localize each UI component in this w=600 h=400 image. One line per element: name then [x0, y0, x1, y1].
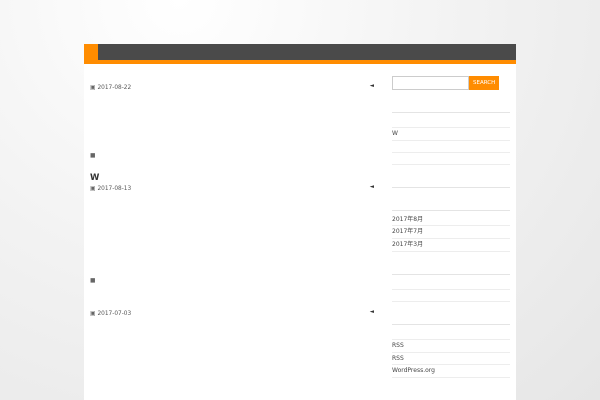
widget-title	[392, 102, 510, 113]
archive-link[interactable]: 2017年7月	[392, 226, 510, 240]
comments-link[interactable]: ◄	[362, 309, 374, 316]
post: W ▣ 2017-08-13 ◄ ■	[90, 173, 374, 284]
post-paragraph	[90, 254, 374, 270]
widget-title	[392, 200, 510, 211]
meta-widget: RSS RSS WordPress.org	[392, 314, 510, 378]
widget-title	[392, 264, 510, 275]
comments-link[interactable]: ◄	[362, 83, 374, 90]
post-title[interactable]	[90, 72, 374, 82]
post-paragraph	[90, 230, 374, 246]
post-paragraph	[90, 206, 374, 222]
comment-icon: ◄	[369, 309, 374, 315]
recent-post-link[interactable]	[392, 141, 510, 153]
recent-post-link[interactable]	[392, 116, 510, 128]
search-input[interactable]	[392, 76, 469, 90]
post-date: ▣ 2017-08-13	[90, 186, 132, 192]
post-paragraph	[90, 105, 374, 121]
recent-post-link[interactable]	[392, 153, 510, 165]
recent-post-link[interactable]: W	[392, 128, 510, 141]
categories-widget	[392, 264, 510, 302]
comments-link[interactable]: ◄	[362, 184, 374, 191]
calendar-icon: ▣	[90, 311, 96, 317]
post-paragraph	[90, 129, 374, 145]
post-title[interactable]: W	[90, 173, 374, 183]
recent-comments-widget	[392, 177, 510, 188]
search-form: SEARCH	[392, 76, 510, 90]
post-category: ■	[90, 153, 374, 159]
main-column: ▣ 2017-08-22 ◄ ■ W ▣ 2017-08-13 ◄ ■ ▣ 2017-…	[90, 72, 374, 322]
recent-posts-widget: W	[392, 102, 510, 165]
sidebar: SEARCH W 2017年8月 2017年7月 2017年3月 RSS RSS…	[392, 76, 510, 378]
category-link[interactable]	[392, 278, 510, 290]
post-title[interactable]	[90, 298, 374, 308]
calendar-icon: ▣	[90, 186, 96, 192]
entries-rss-link[interactable]: RSS	[392, 340, 510, 353]
folder-icon: ■	[90, 153, 96, 159]
post-date: ▣ 2017-07-03	[90, 311, 132, 317]
wordpress-link[interactable]: WordPress.org	[392, 365, 510, 378]
folder-icon: ■	[90, 278, 96, 284]
post-date: ▣ 2017-08-22	[90, 85, 132, 91]
search-button[interactable]: SEARCH	[469, 76, 500, 90]
nav-item-home[interactable]	[84, 44, 98, 60]
widget-title	[392, 314, 510, 325]
content-area: ▣ 2017-08-22 ◄ ■ W ▣ 2017-08-13 ◄ ■ ▣ 2017-…	[84, 64, 516, 400]
post-category: ■	[90, 278, 374, 284]
category-link[interactable]	[392, 290, 510, 302]
comments-rss-link[interactable]: RSS	[392, 353, 510, 366]
widget-title	[392, 177, 510, 188]
archive-link[interactable]: 2017年8月	[392, 214, 510, 227]
post: ▣ 2017-07-03 ◄	[90, 298, 374, 317]
login-link[interactable]	[392, 328, 510, 340]
post: ▣ 2017-08-22 ◄ ■	[90, 72, 374, 159]
comment-icon: ◄	[369, 184, 374, 190]
archive-link[interactable]: 2017年3月	[392, 239, 510, 252]
comment-icon: ◄	[369, 83, 374, 89]
archives-widget: 2017年8月 2017年7月 2017年3月	[392, 200, 510, 252]
main-navigation	[84, 44, 516, 64]
calendar-icon: ▣	[90, 85, 96, 91]
